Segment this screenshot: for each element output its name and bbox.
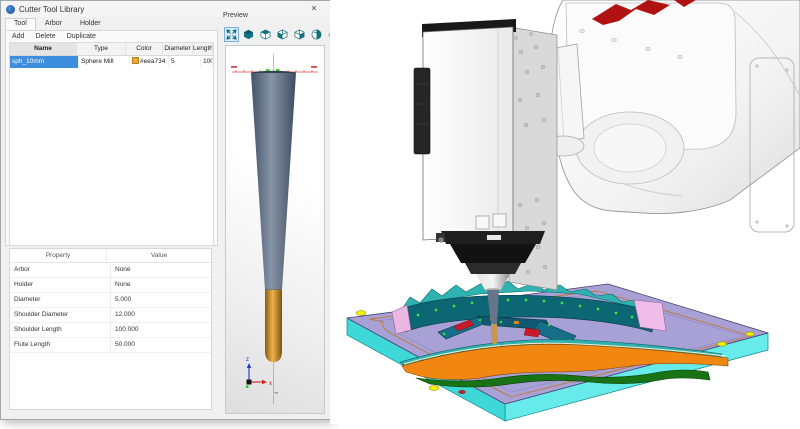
property-row-arbor[interactable]: Arbor None (10, 263, 211, 278)
property-label: Holder (10, 278, 111, 292)
bolt-hole (717, 342, 726, 346)
locating-hole (459, 390, 466, 393)
color-swatch (132, 57, 139, 64)
dimension-mark (275, 392, 279, 394)
col-name[interactable]: Name (10, 43, 77, 55)
perspective-view-icon[interactable] (309, 27, 324, 42)
dialog-title: Cutter Tool Library (19, 5, 84, 14)
tool-preview-canvas: z x (226, 46, 324, 413)
tool-tab-page: Add Delete Duplicate Name Type Color Dia… (5, 30, 218, 246)
front-view-icon[interactable] (275, 27, 290, 42)
property-value: None (111, 278, 211, 292)
screen: { "window": { "title": "Cutter Tool Libr… (0, 0, 800, 424)
machining-scene-viewport[interactable] (330, 0, 800, 424)
property-row-holder[interactable]: Holder None (10, 278, 211, 293)
property-label: Arbor (10, 263, 111, 277)
tool-type-cell: Sphere Mill (79, 56, 130, 68)
col-diameter[interactable]: Diameter (163, 43, 193, 55)
tool-table-header: Name Type Color Diameter Length (10, 43, 213, 56)
tabstrip: Tool Arbor Holder (5, 18, 110, 30)
workpiece (347, 281, 768, 421)
table-row[interactable]: sph_10mm Sphere Mill #eea734 5 100 (10, 56, 213, 68)
add-button[interactable]: Add (11, 32, 25, 41)
app-icon (6, 5, 15, 14)
axis-triad: z x (246, 357, 272, 388)
tool-preview-viewport[interactable]: z x (225, 45, 325, 414)
isometric-view-icon[interactable] (241, 27, 256, 42)
property-label: Diameter (10, 293, 111, 307)
right-view-icon[interactable] (292, 27, 307, 42)
property-row-flute-length[interactable]: Flute Length 50.000 (10, 338, 211, 353)
property-label: Flute Length (10, 338, 111, 352)
bolt-hole (746, 332, 754, 336)
close-icon[interactable]: ✕ (301, 1, 327, 16)
bolt-hole (429, 386, 439, 391)
spindle-housing (423, 27, 513, 240)
col-color[interactable]: Color (126, 43, 163, 55)
machining-scene-canvas (330, 0, 800, 424)
preview-group-label: Preview (223, 12, 248, 19)
property-label: Shoulder Length (10, 323, 111, 337)
property-value: None (111, 263, 211, 277)
tool-color-cell: #eea734 (130, 56, 169, 68)
z-axis-label: z (246, 357, 249, 363)
tab-arbor[interactable]: Arbor (36, 18, 71, 30)
property-row-shoulder-diameter[interactable]: Shoulder Diameter 12.000 (10, 308, 211, 323)
property-value: 12.000 (111, 308, 211, 322)
tool-actions: Add Delete Duplicate (11, 32, 97, 41)
color-hex: #eea734 (140, 58, 165, 65)
property-label: Shoulder Diameter (10, 308, 111, 322)
property-value: 100.000 (111, 323, 211, 337)
bolt-hole (356, 311, 366, 316)
tool-flute (265, 290, 282, 362)
col-value: Value (107, 249, 211, 262)
dialog-titlebar[interactable]: Cutter Tool Library ✕ (1, 1, 331, 17)
tab-holder[interactable]: Holder (71, 18, 110, 30)
property-grid-header: Property Value (10, 249, 211, 263)
property-row-shoulder-length[interactable]: Shoulder Length 100.000 (10, 323, 211, 338)
tool-list-empty-area[interactable] (10, 68, 213, 245)
duplicate-button[interactable]: Duplicate (66, 32, 97, 41)
tool-diameter-cell: 5 (169, 56, 201, 68)
tool-length-cell: 100 (201, 56, 213, 68)
property-value: 50.000 (111, 338, 211, 352)
tab-tool[interactable]: Tool (5, 18, 36, 30)
property-row-diameter[interactable]: Diameter 5.000 (10, 293, 211, 308)
col-length[interactable]: Length (193, 43, 213, 55)
cutter-tool-library-dialog: Cutter Tool Library ✕ Tool Arbor Holder … (0, 0, 332, 420)
ruler-right-label (311, 66, 317, 68)
property-grid: Property Value Arbor None Holder None Di… (9, 248, 212, 410)
tool-table: Name Type Color Diameter Length sph_10mm… (9, 42, 214, 246)
property-value: 5.000 (111, 293, 211, 307)
fit-view-icon[interactable] (224, 27, 239, 42)
tool-name-cell: sph_10mm (10, 56, 79, 68)
col-type[interactable]: Type (77, 43, 126, 55)
preview-toolbar: » (224, 27, 332, 41)
spindle-side-module (414, 68, 430, 154)
col-property: Property (10, 249, 107, 262)
tool-shank (251, 73, 296, 290)
top-view-icon[interactable] (258, 27, 273, 42)
delete-button[interactable]: Delete (34, 32, 56, 41)
ruler-left-label (231, 66, 237, 68)
x-axis-label: x (269, 381, 272, 387)
